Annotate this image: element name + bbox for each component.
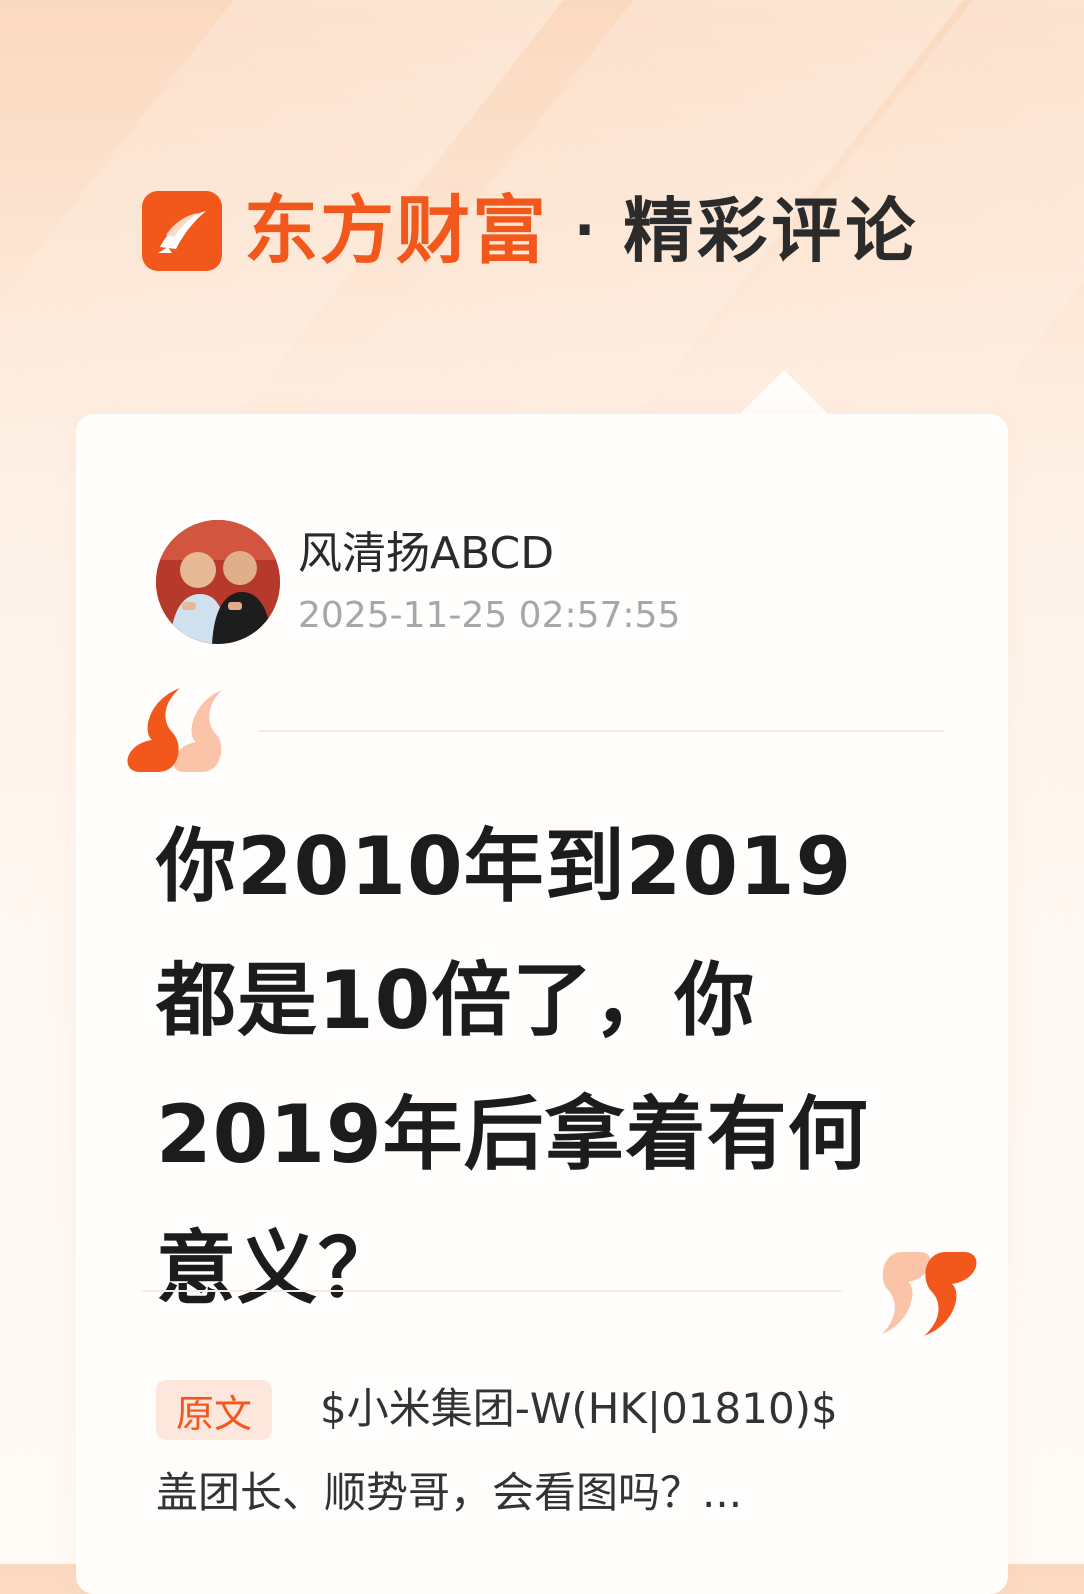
card-notch [738, 370, 830, 416]
close-quote-icon [878, 1248, 978, 1338]
divider [142, 1290, 842, 1292]
comment-text: 你2010年到2019都是10倍了，你2019年后拿着有何意义？ [156, 820, 869, 1315]
brand-name: 东方财富 [244, 188, 548, 274]
open-quote-icon [126, 686, 226, 776]
section-title: 精彩评论 [623, 190, 920, 272]
post-timestamp: 2025-11-25 02:57:55 [298, 595, 681, 636]
user-avatar[interactable] [156, 520, 280, 644]
eastmoney-logo-icon [142, 191, 222, 271]
page-header: 东方财富 · 精彩评论 [142, 186, 919, 276]
username[interactable]: 风清扬ABCD [298, 529, 554, 578]
title-separator: · [574, 198, 596, 263]
original-post-excerpt[interactable]: 盖团长、顺势哥，会看图吗？... [156, 1466, 742, 1521]
divider [258, 730, 944, 732]
original-post-badge[interactable]: 原文 [156, 1380, 272, 1440]
original-post-stock-link[interactable]: $小米集团-W(HK|01810)$ [320, 1382, 838, 1437]
